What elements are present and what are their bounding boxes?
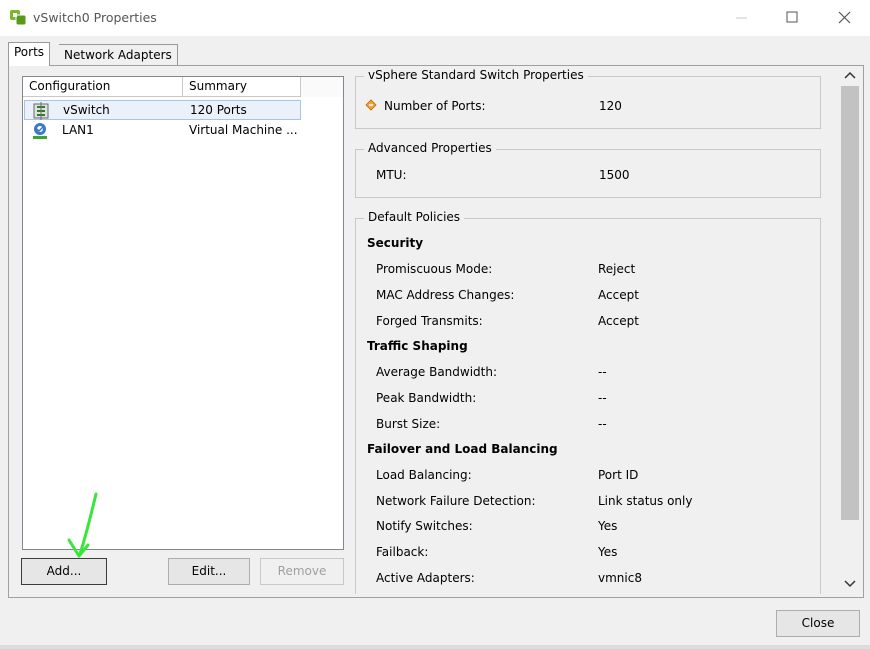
prop-label: Burst Size: <box>376 417 441 431</box>
section-heading-security: Security <box>367 236 424 250</box>
prop-value: Yes <box>598 545 618 559</box>
group-legend: Advanced Properties <box>364 141 496 155</box>
prop-value: Reject <box>598 262 636 276</box>
list-header: Configuration Summary <box>23 77 343 97</box>
list-item-summary: 120 Ports <box>190 103 247 117</box>
prop-label: Forged Transmits: <box>376 314 483 328</box>
switch-properties-group: vSphere Standard Switch Properties Numbe… <box>355 68 821 129</box>
scroll-up-icon[interactable] <box>840 67 860 85</box>
scrollbar-thumb[interactable] <box>841 86 859 520</box>
prop-value: Port ID <box>598 468 639 482</box>
prop-label: Average Bandwidth: <box>376 365 498 379</box>
close-icon[interactable] <box>829 6 859 30</box>
maximize-icon[interactable] <box>777 6 807 30</box>
list-item-name: LAN1 <box>62 123 94 137</box>
list-item-summary: Virtual Machine ... <box>189 123 298 137</box>
column-header-summary[interactable]: Summary <box>183 77 301 97</box>
scroll-down-icon[interactable] <box>840 574 860 592</box>
vsphere-app-icon <box>10 10 27 26</box>
vswitch-icon <box>33 102 49 120</box>
tab-ports[interactable]: Ports <box>8 42 51 66</box>
tab-network-adapters[interactable]: Network Adapters <box>59 44 178 66</box>
prop-label: MTU: <box>376 168 407 182</box>
prop-label: MAC Address Changes: <box>376 288 515 302</box>
advanced-properties-group: Advanced Properties MTU: 1500 <box>355 141 821 198</box>
prop-value: Yes <box>598 519 618 533</box>
prop-label: Promiscuous Mode: <box>376 262 493 276</box>
section-heading-traffic-shaping: Traffic Shaping <box>367 339 468 353</box>
close-button[interactable]: Close <box>776 610 860 637</box>
prop-value: Accept <box>598 288 639 302</box>
column-header-configuration[interactable]: Configuration <box>23 77 183 97</box>
default-policies-group: Default Policies Security Promiscuous Mo… <box>355 210 821 594</box>
annotation-arrow-icon <box>67 492 98 558</box>
prop-value: 1500 <box>599 168 630 182</box>
prop-value: vmnic8 <box>598 571 642 585</box>
ports-diamond-icon <box>365 99 377 111</box>
group-legend: Default Policies <box>364 210 465 224</box>
title-bar: vSwitch0 Properties <box>0 0 870 36</box>
prop-value: -- <box>598 365 607 379</box>
prop-label: Load Balancing: <box>376 468 472 482</box>
list-item-lan1[interactable]: LAN1 Virtual Machine ... <box>24 121 301 141</box>
prop-label: Network Failure Detection: <box>376 494 536 508</box>
section-heading-failover: Failover and Load Balancing <box>367 442 558 456</box>
prop-label: Active Adapters: <box>376 571 475 585</box>
column-header-filler <box>301 77 343 97</box>
properties-panel[interactable]: vSphere Standard Switch Properties Numbe… <box>355 66 841 594</box>
prop-value: -- <box>598 417 607 431</box>
prop-value: Accept <box>598 314 639 328</box>
list-item-name: vSwitch <box>63 103 110 117</box>
prop-label: Failback: <box>376 545 429 559</box>
prop-label: Number of Ports: <box>384 99 486 113</box>
list-item-vswitch[interactable]: vSwitch 120 Ports <box>24 100 301 120</box>
minimize-icon[interactable] <box>727 6 757 30</box>
prop-value: 120 <box>599 99 622 113</box>
bottom-edge <box>0 645 870 649</box>
window-title: vSwitch0 Properties <box>33 10 157 25</box>
vertical-scrollbar[interactable] <box>840 66 860 594</box>
prop-value: Link status only <box>598 494 693 508</box>
prop-label: Notify Switches: <box>376 519 473 533</box>
remove-button[interactable]: Remove <box>260 558 344 585</box>
prop-value: -- <box>598 391 607 405</box>
port-configuration-list[interactable]: Configuration Summary vSwitch 120 Ports … <box>22 76 344 550</box>
prop-label: Peak Bandwidth: <box>376 391 477 405</box>
edit-button[interactable]: Edit... <box>168 558 250 585</box>
port-group-icon <box>33 123 47 139</box>
group-legend: vSphere Standard Switch Properties <box>364 68 588 82</box>
